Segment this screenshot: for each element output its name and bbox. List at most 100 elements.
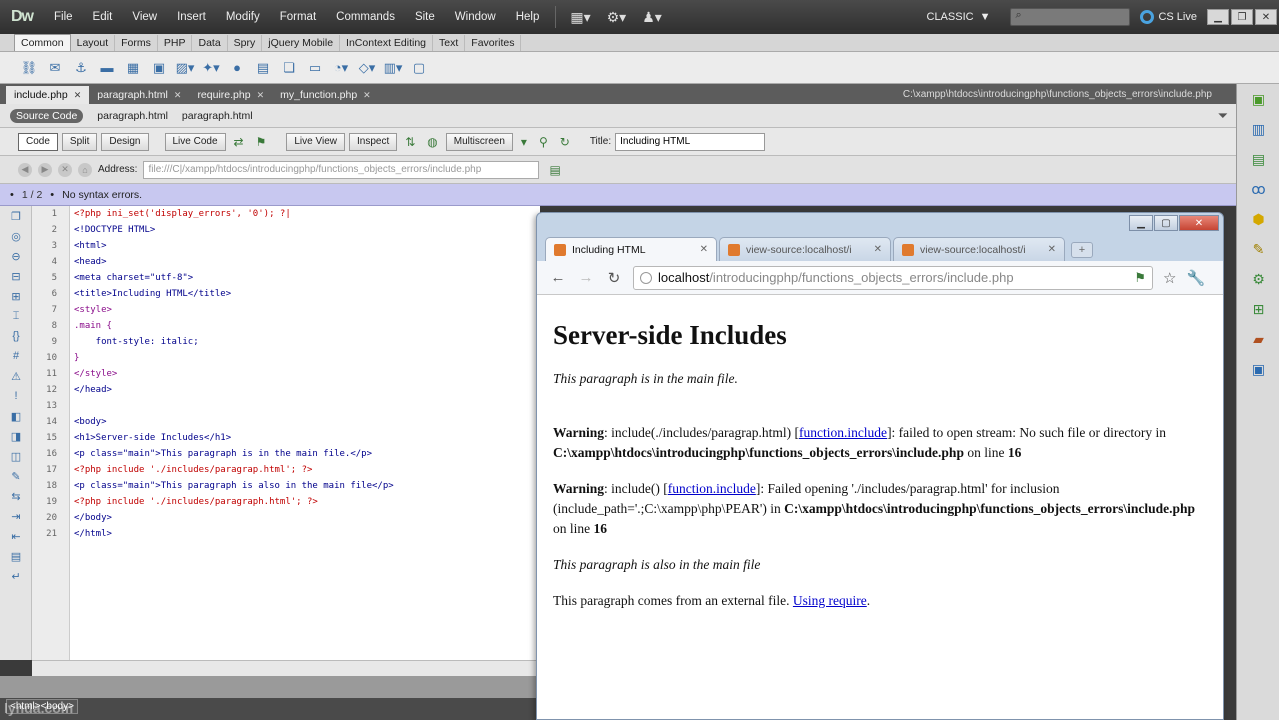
inspect-button[interactable]: Inspect — [348, 132, 398, 151]
function-include-link[interactable]: function.include — [799, 425, 887, 440]
doc-tab-paragraph[interactable]: paragraph.html ✕ — [89, 86, 189, 104]
code-line[interactable]: <?php include './includes/paragraph.html… — [70, 494, 540, 510]
image-icon[interactable]: ▨▾ — [174, 58, 196, 78]
tab-text[interactable]: Text — [433, 35, 466, 51]
word-wrap-icon[interactable]: ↵ — [0, 566, 32, 586]
date-icon[interactable]: ▤ — [252, 58, 274, 78]
related-source-code[interactable]: Source Code — [10, 108, 84, 123]
tab-incontext-editing[interactable]: InContext Editing — [340, 35, 434, 51]
collapse-selection-icon[interactable]: ⊟ — [0, 266, 32, 286]
tag-chooser-icon[interactable]: ▢ — [408, 58, 430, 78]
wrap-tag-icon[interactable]: ◫ — [0, 446, 32, 466]
workspace-switcher[interactable]: CLASSIC ▼ — [917, 11, 1001, 23]
script-icon[interactable]: ◇▾ — [356, 58, 378, 78]
live-code-button[interactable]: Live Code — [164, 132, 226, 151]
snippets-panel-icon[interactable]: ▣ — [1237, 354, 1279, 384]
menu-commands[interactable]: Commands — [326, 0, 405, 34]
syntax-prev-icon[interactable]: • — [10, 189, 14, 201]
business-catalyst-icon[interactable]: ⬢ — [1237, 204, 1279, 234]
new-tab-button[interactable]: + — [1071, 242, 1093, 258]
code-line[interactable]: <title>Including HTML</title> — [70, 286, 540, 302]
select-parent-tag-icon[interactable]: ⌶ — [0, 306, 32, 326]
menu-edit[interactable]: Edit — [83, 0, 123, 34]
filter-icon[interactable]: ⏷ — [1218, 108, 1228, 124]
code-line[interactable] — [70, 398, 540, 414]
address-input[interactable] — [143, 160, 540, 179]
code-line[interactable]: <p class="main">This paragraph is in the… — [70, 446, 540, 462]
code-line[interactable]: <body> — [70, 414, 540, 430]
code-line[interactable]: </style> — [70, 366, 540, 382]
user-icon[interactable]: ♟▾ — [634, 9, 670, 26]
layout-icon[interactable]: ▦▾ — [562, 9, 598, 26]
file-management-icon[interactable]: ⇅ — [401, 135, 419, 149]
remove-comment-icon[interactable]: ◨ — [0, 426, 32, 446]
doc-tab-my-function[interactable]: my_function.php ✕ — [272, 86, 379, 104]
tab-spry[interactable]: Spry — [228, 35, 263, 51]
close-icon[interactable]: ✕ — [257, 86, 265, 104]
code-line[interactable]: <?php ini_set('display_errors', '0'); ?| — [70, 206, 540, 222]
code-line[interactable]: </html> — [70, 526, 540, 542]
horizontal-rule-icon[interactable]: ▬ — [96, 58, 118, 78]
syntax-next-icon[interactable]: • — [50, 189, 54, 201]
code-line[interactable]: <html> — [70, 238, 540, 254]
title-input[interactable] — [615, 132, 766, 151]
tab-common[interactable]: Common — [14, 34, 71, 51]
doc-tab-include[interactable]: include.php ✕ — [6, 86, 90, 104]
code-view-button[interactable]: Code — [18, 132, 58, 151]
bookmark-star-icon[interactable]: ☆ — [1163, 269, 1176, 287]
related-file-paragraph[interactable]: paragraph.html — [97, 110, 168, 122]
menu-help[interactable]: Help — [506, 0, 550, 34]
move-css-icon[interactable]: ⇆ — [0, 486, 32, 506]
home-icon[interactable]: ⌂ — [78, 162, 92, 177]
back-icon[interactable]: ◀ — [18, 162, 32, 177]
code-line[interactable]: <?php include './includes/paragrap.html'… — [70, 462, 540, 478]
cs-live-button[interactable]: CS Live — [1140, 10, 1197, 24]
recent-snippets-icon[interactable]: ✎ — [0, 466, 32, 486]
collapse-tag-icon[interactable]: ⊖ — [0, 246, 32, 266]
close-icon[interactable]: ✕ — [874, 238, 882, 261]
browser-close-button[interactable]: ✕ — [1179, 215, 1219, 231]
widget-icon[interactable]: ● — [226, 58, 248, 78]
view-options-icon[interactable]: ▤ — [545, 163, 564, 177]
balance-braces-icon[interactable]: {} — [0, 326, 32, 346]
ap-elements-icon[interactable]: ꝏ — [1237, 174, 1279, 204]
insert-panel-icon[interactable]: ▥ — [1237, 114, 1279, 144]
table-icon[interactable]: ▦ — [122, 58, 144, 78]
forward-icon[interactable]: ▶ — [38, 162, 52, 177]
browser-tab-view-source-1[interactable]: view-source:localhost/i ✕ — [719, 237, 891, 261]
refresh-icon[interactable]: ↻ — [556, 135, 574, 149]
menu-format[interactable]: Format — [270, 0, 326, 34]
templates-icon[interactable]: ▥▾ — [382, 58, 404, 78]
doc-tab-require[interactable]: require.php ✕ — [189, 86, 272, 104]
split-view-button[interactable]: Split — [61, 132, 98, 151]
browser-tab-view-source-2[interactable]: view-source:localhost/i ✕ — [893, 237, 1065, 261]
visual-aids-icon[interactable]: ⚲ — [535, 135, 552, 149]
file-compare-icon[interactable]: ⇄ — [230, 135, 248, 149]
gear-icon[interactable]: ⚙▾ — [599, 9, 635, 26]
tab-favorites[interactable]: Favorites — [465, 35, 522, 51]
check-browser-icon[interactable]: ⚑ — [252, 135, 271, 149]
restore-button[interactable]: ❐ — [1231, 9, 1253, 25]
close-icon[interactable]: ✕ — [363, 86, 371, 104]
back-arrow-icon[interactable]: ← — [549, 269, 567, 286]
menu-view[interactable]: View — [122, 0, 167, 34]
minimize-button[interactable]: ▁ — [1207, 9, 1229, 25]
line-numbers-icon[interactable]: # — [0, 346, 32, 366]
live-view-button[interactable]: Live View — [286, 132, 345, 151]
format-source-icon[interactable]: ▤ — [0, 546, 32, 566]
code-horizontal-scrollbar[interactable] — [32, 660, 540, 676]
css-styles-icon[interactable]: ▤ — [1237, 144, 1279, 174]
design-view-button[interactable]: Design — [101, 132, 149, 151]
related-file-paragraph-2[interactable]: paragraph.html — [182, 110, 253, 122]
code-line[interactable]: </body> — [70, 510, 540, 526]
open-documents-icon[interactable]: ❐ — [0, 206, 32, 226]
tab-layout[interactable]: Layout — [71, 35, 116, 51]
close-icon[interactable]: ✕ — [700, 238, 708, 261]
code-line[interactable]: </head> — [70, 382, 540, 398]
hyperlink-icon[interactable]: ⛓ — [18, 58, 40, 78]
outdent-code-icon[interactable]: ⇤ — [0, 526, 32, 546]
syntax-error-alerts-icon[interactable]: ! — [0, 386, 32, 406]
menu-file[interactable]: File — [44, 0, 83, 34]
url-bar[interactable]: localhost/introducingphp/functions_objec… — [633, 265, 1153, 290]
files-panel-icon[interactable]: ⊞ — [1237, 294, 1279, 324]
